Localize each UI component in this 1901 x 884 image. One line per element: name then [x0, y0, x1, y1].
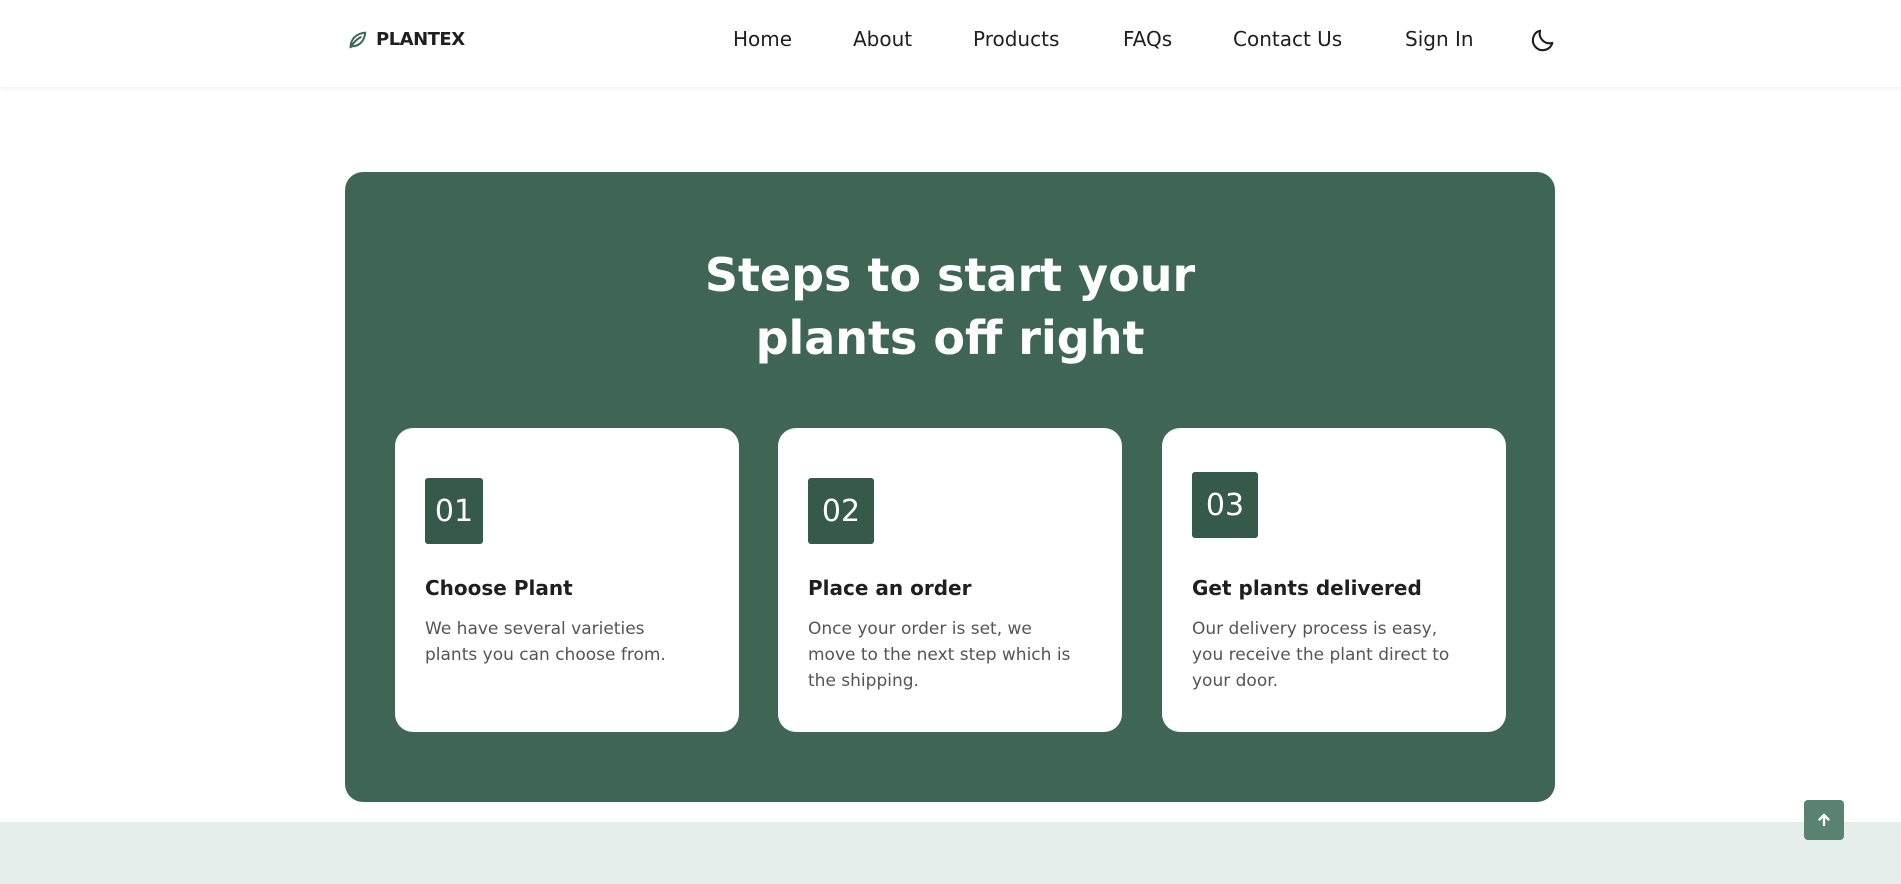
nav-about[interactable]: About — [853, 22, 912, 56]
leaf-icon — [346, 28, 368, 50]
step-card-1: 01 Choose Plant We have several varietie… — [395, 428, 739, 732]
step-description: We have several varieties plants you can… — [425, 619, 666, 665]
step-card-3: 03 Get plants delivered Our delivery pro… — [1162, 428, 1506, 732]
steps-title: Steps to start your plants off right — [345, 244, 1555, 370]
step-number-badge: 03 — [1192, 472, 1258, 538]
arrow-up-icon — [1816, 812, 1832, 828]
step-number-badge: 02 — [808, 478, 874, 544]
nav-products[interactable]: Products — [973, 22, 1059, 56]
nav-sign-in[interactable]: Sign In — [1405, 22, 1474, 56]
nav-faqs[interactable]: FAQs — [1123, 22, 1172, 56]
step-description: Once your order is set, we move to the n… — [808, 619, 1071, 691]
step-number-badge: 01 — [425, 478, 483, 544]
nav-home[interactable]: Home — [733, 22, 792, 56]
logo[interactable]: PLANTEX — [346, 24, 465, 54]
step-title: Place an order — [808, 576, 972, 600]
steps-section: Steps to start your plants off right 01 … — [345, 172, 1555, 802]
step-title: Choose Plant — [425, 576, 573, 600]
footer-strip — [0, 822, 1901, 884]
moon-icon[interactable] — [1529, 26, 1557, 54]
step-card-2: 02 Place an order Once your order is set… — [778, 428, 1122, 732]
site-header: PLANTEX Home About Products FAQs Contact… — [0, 0, 1901, 87]
step-description: Our delivery process is easy, you receiv… — [1192, 619, 1450, 691]
logo-text: PLANTEX — [376, 28, 465, 50]
scroll-to-top-button[interactable] — [1804, 800, 1844, 840]
step-title: Get plants delivered — [1192, 576, 1422, 600]
steps-title-line-1: Steps to start your — [704, 248, 1196, 302]
steps-title-line-2: plants off right — [755, 311, 1145, 365]
nav-contact-us[interactable]: Contact Us — [1233, 22, 1342, 56]
